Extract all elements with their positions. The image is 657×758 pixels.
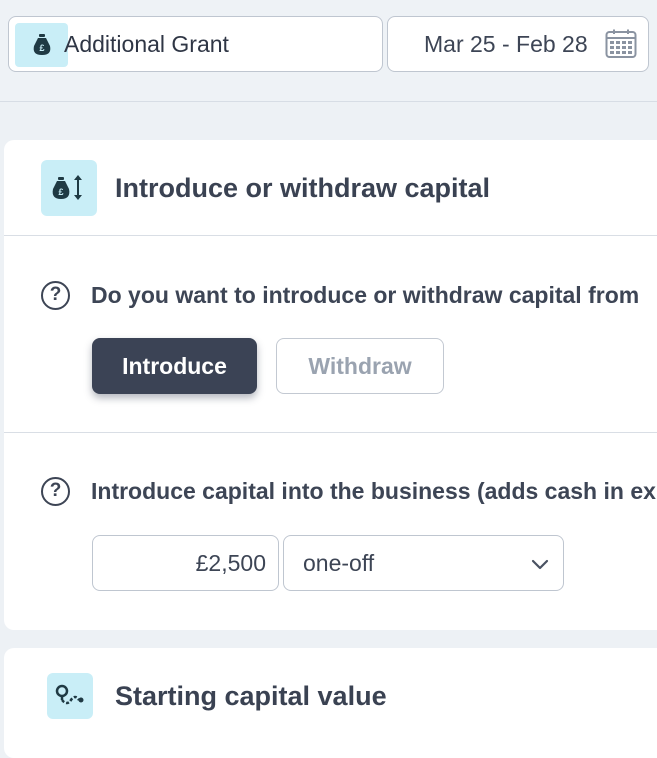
starting-capital-title: Starting capital value (115, 680, 387, 711)
capital-section-title: Introduce or withdraw capital (115, 172, 491, 203)
grant-label: Additional Grant (64, 30, 229, 57)
capital-amount-input[interactable]: £2,500 (92, 535, 279, 591)
section-divider (4, 432, 657, 433)
date-range-picker[interactable]: Mar 25 - Feb 28 (387, 16, 649, 72)
withdraw-button[interactable]: Withdraw (276, 338, 444, 394)
money-bag-pound-icon: £ (15, 23, 68, 67)
frequency-select[interactable]: one-off (283, 535, 564, 591)
money-bag-arrows-icon: £ (41, 160, 97, 216)
frequency-value: one-off (303, 549, 375, 576)
chevron-down-icon (530, 554, 550, 579)
question-text: Introduce capital into the business (add… (91, 477, 656, 504)
capital-card: £ Introduce or withdraw capital ? Do you… (4, 140, 657, 630)
svg-text:£: £ (58, 187, 63, 197)
date-range-label: Mar 25 - Feb 28 (424, 30, 588, 57)
capital-section-header: £ Introduce or withdraw capital (4, 140, 657, 236)
question-circle-icon[interactable]: ? (41, 476, 70, 506)
svg-text:£: £ (39, 43, 44, 53)
introduce-button[interactable]: Introduce (92, 338, 257, 394)
introduce-capital-question: ? Introduce capital into the business (a… (41, 474, 656, 508)
introduce-withdraw-question: ? Do you want to introduce or withdraw c… (41, 278, 639, 312)
top-bar: £ Additional Grant Mar 25 - Feb 28 (0, 0, 657, 102)
starting-capital-card: Starting capital value (4, 648, 657, 758)
question-text: Do you want to introduce or withdraw cap… (91, 281, 640, 308)
trend-line-icon (47, 673, 93, 719)
grant-selector[interactable]: £ Additional Grant (8, 16, 383, 72)
question-circle-icon[interactable]: ? (41, 280, 70, 310)
calendar-icon[interactable] (605, 29, 637, 64)
